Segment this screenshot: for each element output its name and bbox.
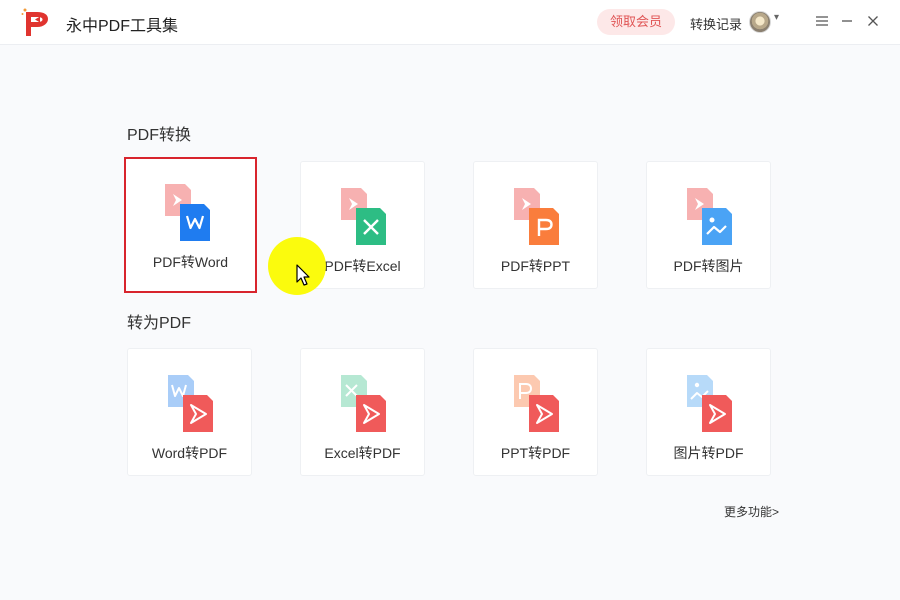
app-title: 永中PDF工具集 (66, 18, 179, 35)
card-excel-to-pdf[interactable]: Excel转PDF (300, 348, 425, 476)
ppt-to-pdf-icon (514, 375, 559, 432)
avatar[interactable] (749, 11, 771, 33)
pdf-to-image-icon (687, 188, 732, 245)
title-bar: 永中PDF工具集 领取会员 转换记录 ▾ (0, 0, 900, 45)
card-image-to-pdf[interactable]: 图片转PDF (646, 348, 771, 476)
image-to-pdf-icon (687, 375, 732, 432)
word-to-pdf-icon (168, 375, 213, 432)
card-label: Excel转PDF (324, 445, 401, 461)
app-logo-icon (21, 8, 48, 36)
card-ppt-to-pdf[interactable]: PPT转PDF (473, 348, 598, 476)
card-label: PDF转Excel (324, 258, 401, 274)
close-icon[interactable] (862, 10, 884, 32)
card-label: PPT转PDF (500, 445, 571, 461)
card-label: 图片转PDF (673, 445, 744, 461)
card-pdf-to-ppt[interactable]: PDF转PPT (473, 161, 598, 289)
card-label: PDF转PPT (500, 258, 571, 274)
pdf-to-ppt-icon (514, 188, 559, 245)
pdf-to-excel-icon (341, 188, 386, 245)
card-pdf-to-image[interactable]: PDF转图片 (646, 161, 771, 289)
card-label: PDF转Word (152, 254, 229, 270)
menu-icon[interactable] (811, 10, 833, 32)
card-label: PDF转图片 (673, 258, 744, 274)
chevron-down-icon[interactable]: ▾ (774, 12, 779, 23)
card-pdf-to-word[interactable]: PDF转Word (124, 157, 257, 293)
section-title-to-pdf: 转为PDF (127, 315, 192, 332)
conversion-history-link[interactable]: 转换记录 (690, 14, 742, 33)
pdf-to-word-icon (165, 184, 210, 241)
card-pdf-to-excel[interactable]: PDF转Excel (300, 161, 425, 289)
card-label: Word转PDF (151, 445, 228, 461)
minimize-icon[interactable] (836, 10, 858, 32)
section-title-pdf-convert: PDF转换 (127, 127, 192, 144)
claim-vip-button[interactable]: 领取会员 (597, 9, 675, 35)
more-features-link[interactable]: 更多功能> (724, 503, 779, 520)
excel-to-pdf-icon (341, 375, 386, 432)
card-word-to-pdf[interactable]: Word转PDF (127, 348, 252, 476)
